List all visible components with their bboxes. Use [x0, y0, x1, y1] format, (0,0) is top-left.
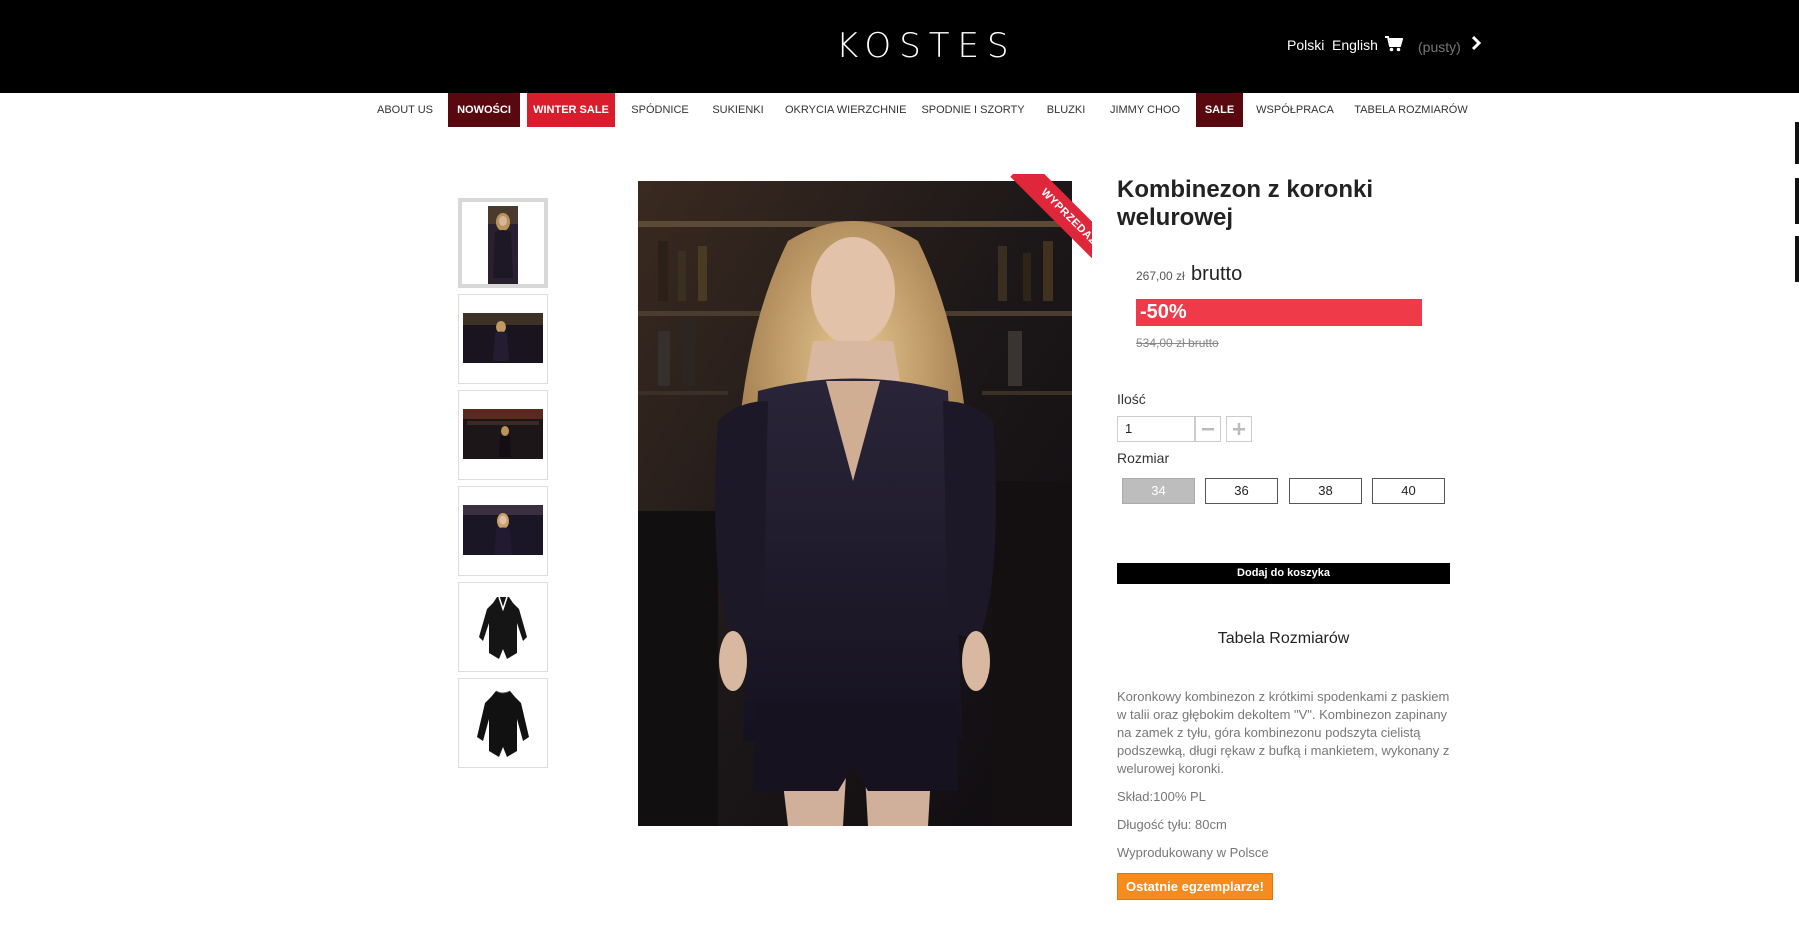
- product-photo: [638, 181, 1072, 826]
- thumbnail-4[interactable]: [458, 486, 548, 576]
- product-made-in: Wyprodukowany w Polsce: [1117, 845, 1269, 860]
- nav-jimmy-choo[interactable]: JIMMY CHOO: [1107, 93, 1183, 127]
- nav-sukienki[interactable]: SUKIENKI: [708, 93, 768, 127]
- edge-tab[interactable]: [1795, 178, 1799, 224]
- nav-okrycia-wierzchnie[interactable]: OKRYCIA WIERZCHNIE: [785, 93, 906, 127]
- language-polski[interactable]: Polski: [1287, 37, 1324, 53]
- product-description: Koronkowy kombinezon z krótkimi spodenka…: [1117, 689, 1450, 776]
- size-option-36[interactable]: 36: [1205, 478, 1278, 504]
- nav-nowosci[interactable]: NOWOŚCI: [448, 93, 520, 127]
- size-option-40[interactable]: 40: [1372, 478, 1445, 504]
- size-label: Rozmiar: [1117, 450, 1170, 466]
- quantity-increase-button[interactable]: [1226, 416, 1252, 442]
- main-product-image[interactable]: [638, 181, 1072, 826]
- product-title: Kombinezon z koronki welurowej: [1117, 176, 1374, 231]
- thumbnail-image: [463, 505, 543, 555]
- edge-tab[interactable]: [1795, 236, 1799, 282]
- thumbnail-2[interactable]: [458, 294, 548, 384]
- thumbnail-1[interactable]: [458, 198, 548, 288]
- thumbnail-image: [479, 596, 527, 659]
- old-price: 534,00 zł brutto: [1136, 336, 1219, 350]
- thumbnail-6[interactable]: [458, 678, 548, 768]
- discount-badge: -50%: [1136, 299, 1422, 326]
- nav-winter-sale[interactable]: WINTER SALE: [527, 93, 615, 127]
- price-value: 267,00 zł: [1136, 269, 1185, 283]
- nav-wspolpraca[interactable]: WSPÓŁPRACA: [1256, 93, 1334, 127]
- size-table-link[interactable]: Tabela Rozmiarów: [1117, 630, 1450, 648]
- size-option-38[interactable]: 38: [1289, 478, 1362, 504]
- language-english[interactable]: English: [1332, 37, 1378, 53]
- quantity-label: Ilość: [1117, 391, 1146, 407]
- size-option-34[interactable]: 34: [1122, 478, 1195, 504]
- sale-ribbon: WYPRZEDAŻ: [995, 174, 1092, 271]
- thumbnail-image: [463, 409, 543, 459]
- minus-icon: [1202, 428, 1214, 431]
- nav-about-us[interactable]: ABOUT US: [374, 93, 436, 127]
- thumbnail-image: [463, 313, 543, 363]
- nav-sale[interactable]: SALE: [1196, 93, 1243, 127]
- price-suffix: brutto: [1191, 263, 1243, 285]
- quantity-input[interactable]: 1: [1117, 416, 1195, 442]
- thumbnail-image: [488, 206, 518, 284]
- sale-ribbon-label: WYPRZEDAŻ: [1010, 174, 1092, 271]
- plus-icon: [1233, 423, 1245, 435]
- nav-tabela-rozmiarow[interactable]: TABELA ROZMIARÓW: [1352, 93, 1470, 127]
- availability-badge: Ostatnie egzemplarze!: [1117, 873, 1273, 900]
- cart-status[interactable]: (pusty): [1418, 39, 1461, 55]
- site-logo[interactable]: KOSTES: [836, 26, 1017, 66]
- product-composition: Skład:100% PL: [1117, 789, 1206, 804]
- quantity-decrease-button[interactable]: [1195, 416, 1221, 442]
- thumbnail-3[interactable]: [458, 390, 548, 480]
- nav-bluzki[interactable]: BLUZKI: [1041, 93, 1091, 127]
- main-nav: ABOUT US NOWOŚCI WINTER SALE SPÓDNICE SU…: [0, 93, 1799, 127]
- thumbnail-5[interactable]: [458, 582, 548, 672]
- chevron-right-icon[interactable]: [1470, 34, 1482, 52]
- product-back-length: Długość tyłu: 80cm: [1117, 817, 1227, 832]
- thumbnail-image: [477, 690, 529, 757]
- top-header: KOSTES Polski English (pusty): [0, 0, 1799, 93]
- product-price: 267,00 zł brutto: [1136, 263, 1242, 286]
- add-to-cart-button[interactable]: Dodaj do koszyka: [1117, 563, 1450, 584]
- edge-tab[interactable]: [1795, 122, 1799, 164]
- nav-spodnie-i-szorty[interactable]: SPODNIE I SZORTY: [921, 93, 1025, 127]
- cart-icon[interactable]: [1385, 36, 1403, 52]
- nav-spodnice[interactable]: SPÓDNICE: [630, 93, 690, 127]
